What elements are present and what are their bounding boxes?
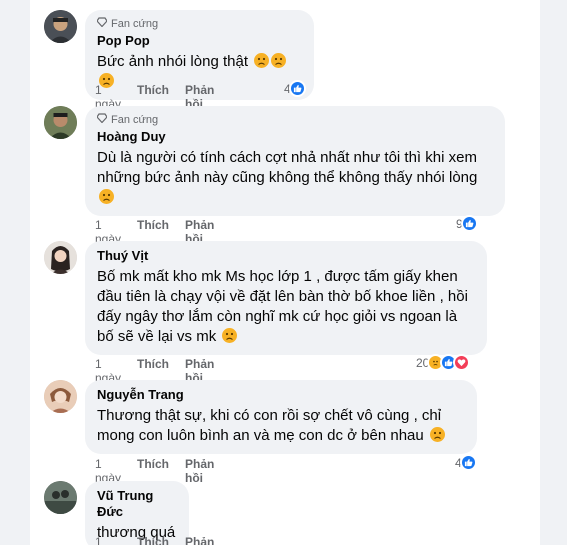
reaction-summary[interactable]: 9 [456,215,478,232]
comment-body: Thương thật sự, khi có con rồi sợ chết v… [97,407,442,444]
like-button[interactable]: Thích [137,535,169,545]
sad-emoji-icon [99,189,114,204]
like-reaction-icon [288,80,306,97]
like-reaction-icon [460,215,478,232]
diamond-icon [96,113,108,126]
commenter-name[interactable]: Thuý Vịt [97,248,475,264]
reply-button[interactable]: Phản hồi [185,457,214,485]
comment-body: Bố mk mất kho mk Ms học lớp 1 , được tấm… [97,268,468,345]
sad-emoji-icon [271,53,287,68]
comment-bubble: Thuý Vịt Bố mk mất kho mk Ms học lớp 1 ,… [85,241,487,355]
commenter-name[interactable]: Nguyễn Trang [97,387,465,403]
badge-label: Fan cứng [111,17,159,30]
comment-bubble: Nguyễn Trang Thương thật sự, khi có con … [85,380,477,454]
comment-text: Bố mk mất kho mk Ms học lớp 1 , được tấm… [97,267,475,347]
comment-time[interactable]: 1 ngày [95,535,121,545]
sad-emoji-icon [254,53,270,68]
commenter-name[interactable]: Pop Pop [97,33,302,49]
comment-actions: 1 ngày Thích Phản hồi [95,535,214,545]
reaction-summary[interactable]: 20 [416,354,471,371]
comment-body: Dù là người có tính cách cợt nhả nhất nh… [97,149,478,186]
reaction-summary[interactable]: 4 [455,454,477,471]
comment-body: Bức ảnh nhói lòng thật [97,53,248,70]
comment-text: Thương thật sự, khi có con rồi sợ chết v… [97,406,465,446]
comments-panel: Fan cứng Pop Pop Bức ảnh nhói lòng thật … [30,0,540,545]
fan-badge: Fan cứng [96,113,493,126]
avatar[interactable] [44,380,77,413]
avatar[interactable] [44,481,77,514]
avatar[interactable] [44,241,77,274]
comment-text: Dù là người có tính cách cợt nhả nhất nh… [97,148,493,208]
badge-label: Fan cứng [111,113,159,126]
avatar[interactable] [44,106,77,139]
commenter-name[interactable]: Hoàng Duy [97,129,493,145]
love-reaction-icon [453,354,471,371]
like-reaction-icon [459,454,477,471]
diamond-icon [96,17,108,30]
reply-button[interactable]: Phản hồi [185,535,214,545]
commenter-name[interactable]: Vũ Trung Đức [97,488,177,520]
crying-emoji-icon [429,427,445,442]
avatar[interactable] [44,10,77,43]
fan-badge: Fan cứng [96,17,302,30]
reaction-summary[interactable]: 4 [284,80,306,97]
crying-emoji-icon [222,328,238,343]
comment-bubble: Fan cứng Hoàng Duy Dù là người có tính c… [85,106,505,216]
